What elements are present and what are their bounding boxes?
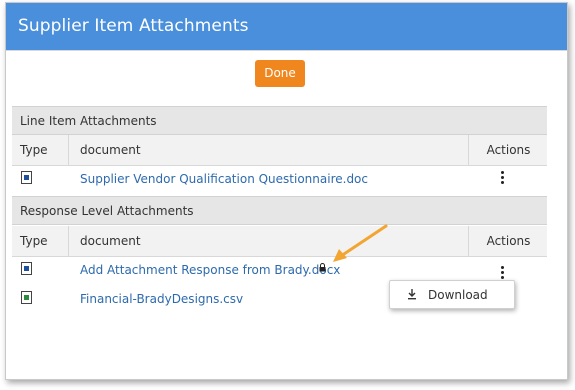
annotation-arrow-icon bbox=[333, 224, 388, 262]
